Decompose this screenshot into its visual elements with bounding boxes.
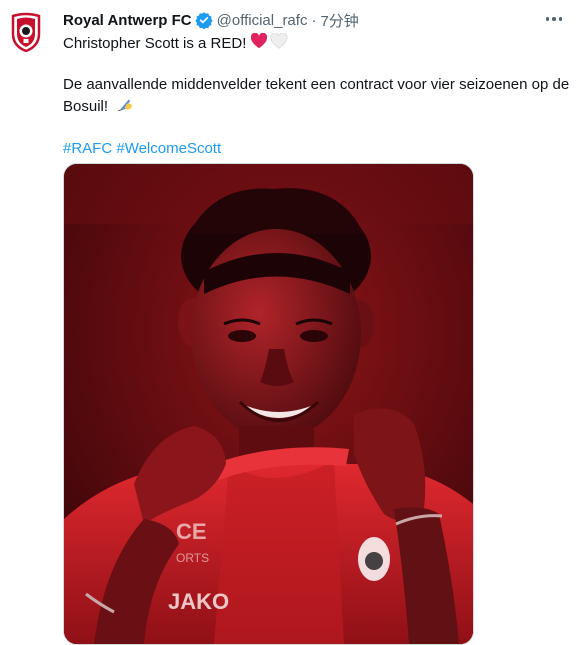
tweet-line-3: Bosuil! xyxy=(63,97,109,115)
header-separator: · xyxy=(311,11,317,29)
shirt-sponsor: JAKO xyxy=(168,589,229,614)
tweet-timestamp[interactable]: 7分钟 xyxy=(320,10,358,31)
tweet-header: Royal Antwerp FC @official_rafc · 7分钟 xyxy=(63,10,561,30)
writing-hand-icon xyxy=(116,95,134,119)
hashtag-rafc[interactable]: #RAFC xyxy=(63,140,112,157)
royal-antwerp-crest-icon[interactable] xyxy=(11,12,41,53)
account-name[interactable]: Royal Antwerp FC xyxy=(63,12,192,29)
more-options-icon[interactable] xyxy=(543,10,565,28)
tweet-card[interactable]: Royal Antwerp FC @official_rafc · 7分钟 Ch… xyxy=(0,0,579,645)
tweet-line-2: De aanvallende middenvelder tekent een c… xyxy=(63,76,570,93)
account-handle[interactable]: @official_rafc xyxy=(217,12,308,29)
hashtag-welcomescott[interactable]: #WelcomeScott xyxy=(116,140,221,157)
white-heart-icon xyxy=(270,32,288,55)
tweet-text: Christopher Scott is a RED! De aanvallen… xyxy=(63,32,573,159)
shirt-print-2: ORTS xyxy=(176,551,209,565)
tweet-line-1: Christopher Scott is a RED! xyxy=(63,35,247,52)
verified-badge-icon xyxy=(195,11,213,29)
red-heart-icon xyxy=(250,32,268,55)
tweet-photo[interactable]: CE ORTS JAKO xyxy=(63,163,474,645)
shirt-print-1: CE xyxy=(176,519,207,544)
